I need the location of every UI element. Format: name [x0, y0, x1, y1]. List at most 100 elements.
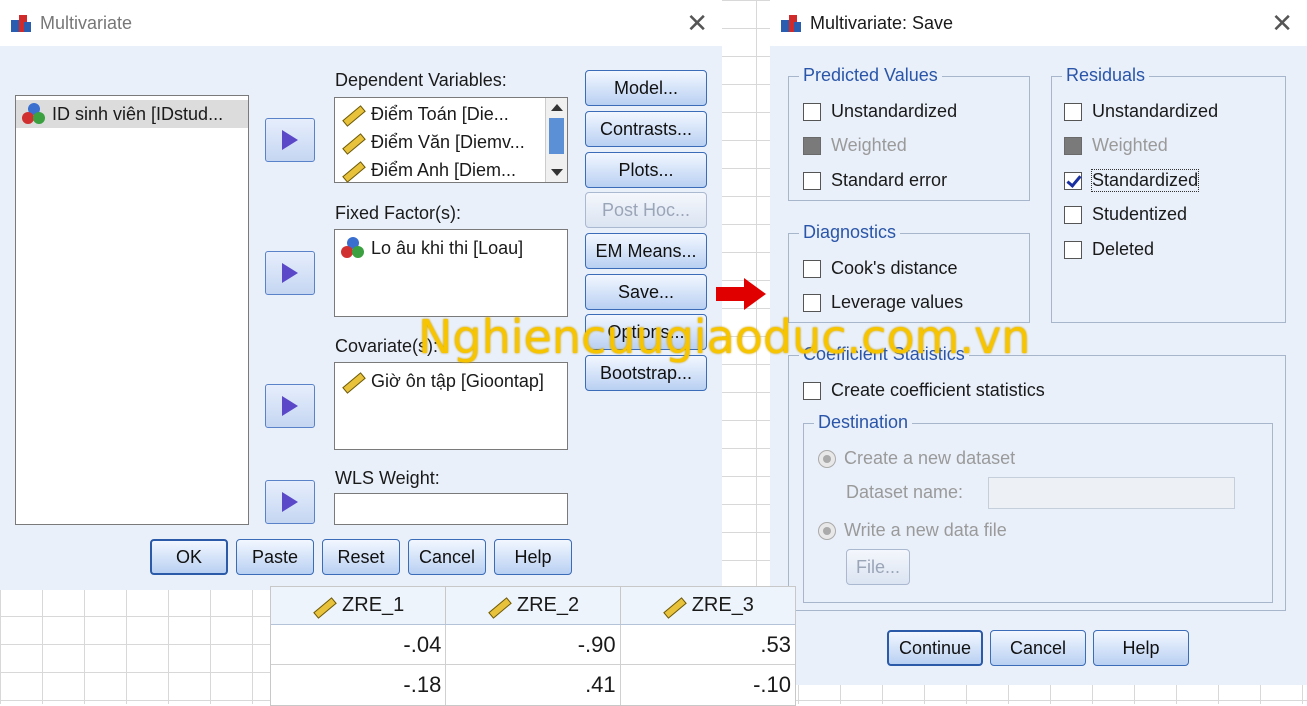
table-cell[interactable]: -.90 [446, 625, 621, 664]
scale-variable-icon [341, 103, 363, 125]
residuals-standardized-checkbox[interactable]: Standardized [1064, 169, 1200, 192]
wls-weight-label: WLS Weight: [335, 468, 440, 488]
table-cell[interactable]: .41 [446, 665, 621, 705]
cancel-button[interactable]: Cancel [408, 539, 486, 575]
checkbox-box[interactable] [1064, 171, 1082, 190]
dataset-name-input [988, 477, 1235, 509]
dependent-variables-list[interactable]: Điểm Toán [Die... Điểm Văn [Diemv... Điể… [334, 97, 568, 183]
create-coefficient-statistics-checkbox[interactable]: Create coefficient statistics [803, 380, 1045, 401]
post-hoc-button[interactable]: Post Hoc... [585, 192, 707, 228]
residuals-group: Residuals Unstandardized Weighted Standa… [1051, 65, 1286, 323]
coefficient-statistics-group: Coefficient Statistics Create coefficien… [788, 344, 1286, 611]
group-legend: Residuals [1062, 65, 1150, 86]
move-to-fixed-factor-button[interactable] [265, 251, 315, 295]
arrow-right-icon [282, 492, 298, 512]
residuals-studentized-checkbox[interactable]: Studentized [1064, 204, 1187, 225]
checkbox-box[interactable] [1064, 102, 1082, 121]
save-button[interactable]: Save... [585, 274, 707, 310]
write-new-data-file-radio: Write a new data file [818, 520, 1007, 541]
paste-button[interactable]: Paste [236, 539, 314, 575]
table-header: ZRE_1 ZRE_2 ZRE_3 [271, 587, 795, 625]
list-item[interactable]: Điểm Anh [Diem... [335, 156, 567, 184]
predicted-values-group: Predicted Values Unstandardized Weighted… [788, 65, 1030, 201]
checkbox-box[interactable] [1064, 240, 1082, 259]
list-item-label: Lo âu khi thi [Loau] [371, 237, 524, 258]
spss-app-icon [780, 12, 802, 34]
table-cell[interactable]: -.18 [271, 665, 447, 705]
list-item[interactable]: Điểm Văn [Diemv... [335, 128, 567, 156]
reset-button[interactable]: Reset [322, 539, 400, 575]
dataset-name-label: Dataset name: [846, 482, 964, 502]
create-new-dataset-radio: Create a new dataset [818, 448, 1015, 469]
help-button[interactable]: Help [1093, 630, 1189, 666]
plots-button[interactable]: Plots... [585, 152, 707, 188]
ok-button[interactable]: OK [150, 539, 228, 575]
predicted-standard-error-checkbox[interactable]: Standard error [803, 170, 947, 191]
multivariate-dialog: Multivariate ✕ ID sinh viên [IDstud... D… [0, 0, 722, 590]
list-item-label: Điểm Văn [Diemv... [371, 131, 525, 152]
column-header[interactable]: ZRE_3 [621, 587, 795, 624]
fixed-factors-list[interactable]: Lo âu khi thi [Loau] [334, 229, 568, 317]
scroll-down-icon[interactable] [551, 169, 563, 176]
close-icon[interactable]: ✕ [1271, 8, 1293, 38]
residuals-weighted-checkbox: Weighted [1064, 135, 1168, 156]
wls-weight-field[interactable] [334, 493, 568, 525]
dependent-variables-label: Dependent Variables: [335, 70, 507, 90]
residuals-unstandardized-checkbox[interactable]: Unstandardized [1064, 101, 1218, 122]
scroll-thumb[interactable] [549, 118, 564, 154]
scale-variable-icon [662, 595, 684, 617]
predicted-weighted-checkbox: Weighted [803, 135, 907, 156]
nominal-variable-icon [22, 103, 46, 125]
data-view-table: ZRE_1 ZRE_2 ZRE_3 -.04 -.90 .53 -.18 .41… [270, 586, 796, 706]
watermark-text: Nghiencuugiaoduc.com.vn [418, 310, 1031, 364]
cancel-button[interactable]: Cancel [990, 630, 1086, 666]
list-item[interactable]: Giờ ôn tập [Gioontap] [335, 367, 567, 395]
checkbox-box[interactable] [1064, 205, 1082, 224]
radio-button [818, 521, 836, 540]
fixed-factors-label: Fixed Factor(s): [335, 203, 462, 223]
covariates-list[interactable]: Giờ ôn tập [Gioontap] [334, 362, 568, 450]
help-button[interactable]: Help [494, 539, 572, 575]
column-header[interactable]: ZRE_2 [446, 587, 621, 624]
list-item[interactable]: ID sinh viên [IDstud... [16, 100, 248, 128]
scale-variable-icon [341, 159, 363, 181]
contrasts-button[interactable]: Contrasts... [585, 111, 707, 147]
list-item-label: Điểm Toán [Die... [371, 103, 509, 124]
arrow-right-icon [282, 396, 298, 416]
cooks-distance-checkbox[interactable]: Cook's distance [803, 258, 958, 279]
scale-variable-icon [487, 595, 509, 617]
em-means-button[interactable]: EM Means... [585, 233, 707, 269]
red-arrow-icon [716, 278, 768, 310]
list-item-label: Giờ ôn tập [Gioontap] [371, 370, 544, 391]
close-icon[interactable]: ✕ [686, 8, 708, 38]
checkbox-box[interactable] [803, 171, 821, 190]
source-variable-list[interactable]: ID sinh viên [IDstud... [15, 95, 249, 525]
list-item-label: ID sinh viên [IDstud... [52, 103, 224, 124]
predicted-unstandardized-checkbox[interactable]: Unstandardized [803, 101, 957, 122]
list-item[interactable]: Điểm Toán [Die... [335, 100, 567, 128]
column-header[interactable]: ZRE_1 [271, 587, 447, 624]
move-to-wls-button[interactable] [265, 480, 315, 524]
model-button[interactable]: Model... [585, 70, 707, 106]
table-cell[interactable]: -.10 [621, 665, 795, 705]
table-cell[interactable]: -.04 [271, 625, 447, 664]
checkbox-box[interactable] [803, 259, 821, 278]
continue-button[interactable]: Continue [887, 630, 983, 666]
checkbox-box[interactable] [803, 102, 821, 121]
table-row: -.18 .41 -.10 [271, 665, 795, 705]
scroll-up-icon[interactable] [551, 104, 563, 111]
residuals-deleted-checkbox[interactable]: Deleted [1064, 239, 1154, 260]
scale-variable-icon [341, 131, 363, 153]
checkbox-box[interactable] [803, 293, 821, 312]
scale-variable-icon [312, 595, 334, 617]
list-item[interactable]: Lo âu khi thi [Loau] [335, 234, 567, 262]
move-to-dependent-button[interactable] [265, 118, 315, 162]
move-to-covariate-button[interactable] [265, 384, 315, 428]
table-cell[interactable]: .53 [621, 625, 795, 664]
save-titlebar: Multivariate: Save ✕ [770, 0, 1307, 46]
table-row: -.04 -.90 .53 [271, 625, 795, 665]
checkbox-box[interactable] [803, 381, 821, 400]
nominal-variable-icon [341, 237, 365, 259]
vertical-scrollbar[interactable] [545, 98, 567, 182]
arrow-right-icon [282, 130, 298, 150]
